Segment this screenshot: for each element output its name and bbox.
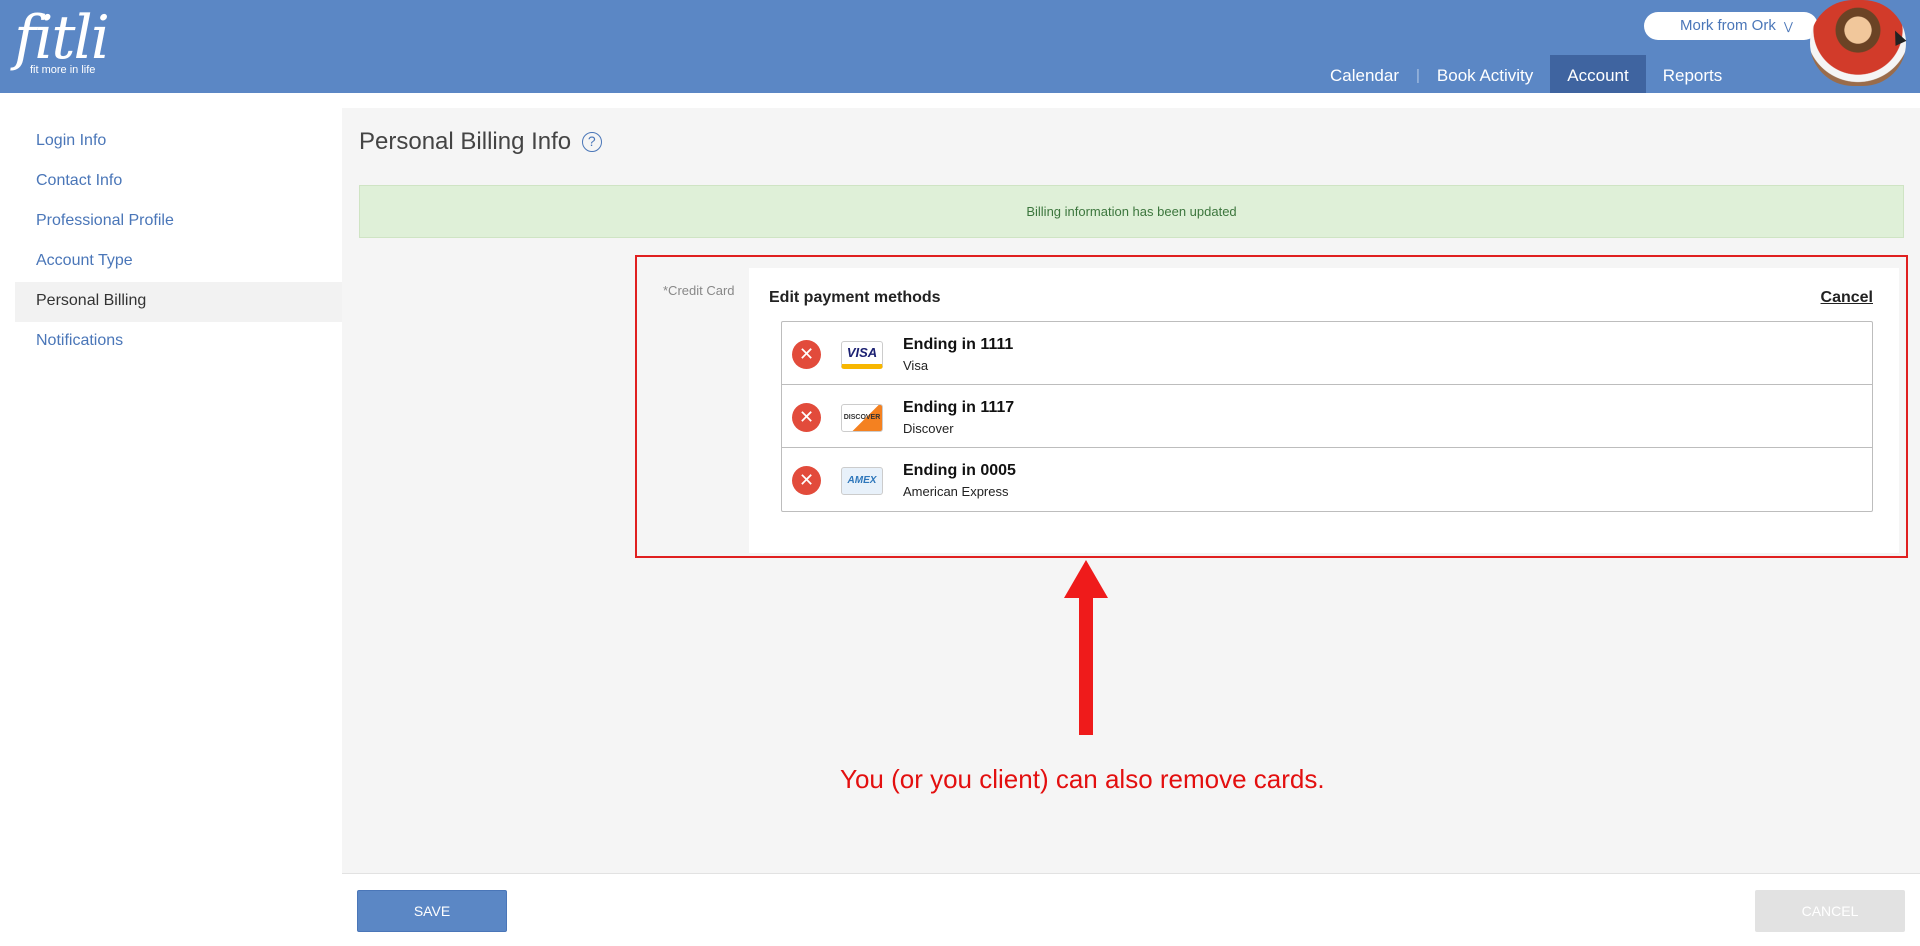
fitli-logo[interactable]: fitli fit more in life xyxy=(14,3,110,76)
sidebar-item-account-type[interactable]: Account Type xyxy=(15,242,342,282)
user-name: Mork from Ork xyxy=(1680,17,1776,34)
page-title: Personal Billing Info ? xyxy=(359,128,602,156)
top-header: fitli fit more in life Mork from Ork ⋁ Ca… xyxy=(0,0,1920,93)
user-menu-dropdown[interactable]: Mork from Ork ⋁ xyxy=(1644,12,1818,40)
chevron-down-icon: ⋁ xyxy=(1783,21,1793,33)
nav-calendar[interactable]: Calendar xyxy=(1313,55,1416,93)
save-button[interactable]: SAVE xyxy=(357,890,507,932)
annotation-arrow-head xyxy=(1064,560,1108,598)
user-avatar[interactable] xyxy=(1810,0,1906,86)
sidebar-item-personal-billing[interactable]: Personal Billing xyxy=(15,282,342,322)
annotation-text: You (or you client) can also remove card… xyxy=(840,764,1325,794)
annotation-highlight-box xyxy=(635,255,1908,558)
logo-wordmark: fitli xyxy=(14,3,110,73)
form-footer: SAVE CANCEL xyxy=(342,873,1920,946)
nav-reports[interactable]: Reports xyxy=(1646,55,1740,93)
sidebar-item-professional-profile[interactable]: Professional Profile xyxy=(15,202,342,242)
page-title-text: Personal Billing Info xyxy=(359,128,572,155)
success-alert: Billing information has been updated xyxy=(359,185,1904,238)
help-icon[interactable]: ? xyxy=(581,132,602,152)
sidebar-item-login-info[interactable]: Login Info xyxy=(15,122,342,162)
nav-book-activity[interactable]: Book Activity xyxy=(1420,55,1550,93)
nav-account[interactable]: Account xyxy=(1550,55,1646,93)
main-nav: Calendar | Book Activity Account Reports xyxy=(1313,55,1739,93)
sidebar-item-notifications[interactable]: Notifications xyxy=(15,322,342,362)
sidebar-item-contact-info[interactable]: Contact Info xyxy=(15,162,342,202)
cancel-button[interactable]: CANCEL xyxy=(1755,890,1905,932)
annotation-arrow-shaft xyxy=(1079,596,1093,735)
account-sidebar: Login Info Contact Info Professional Pro… xyxy=(15,122,342,362)
